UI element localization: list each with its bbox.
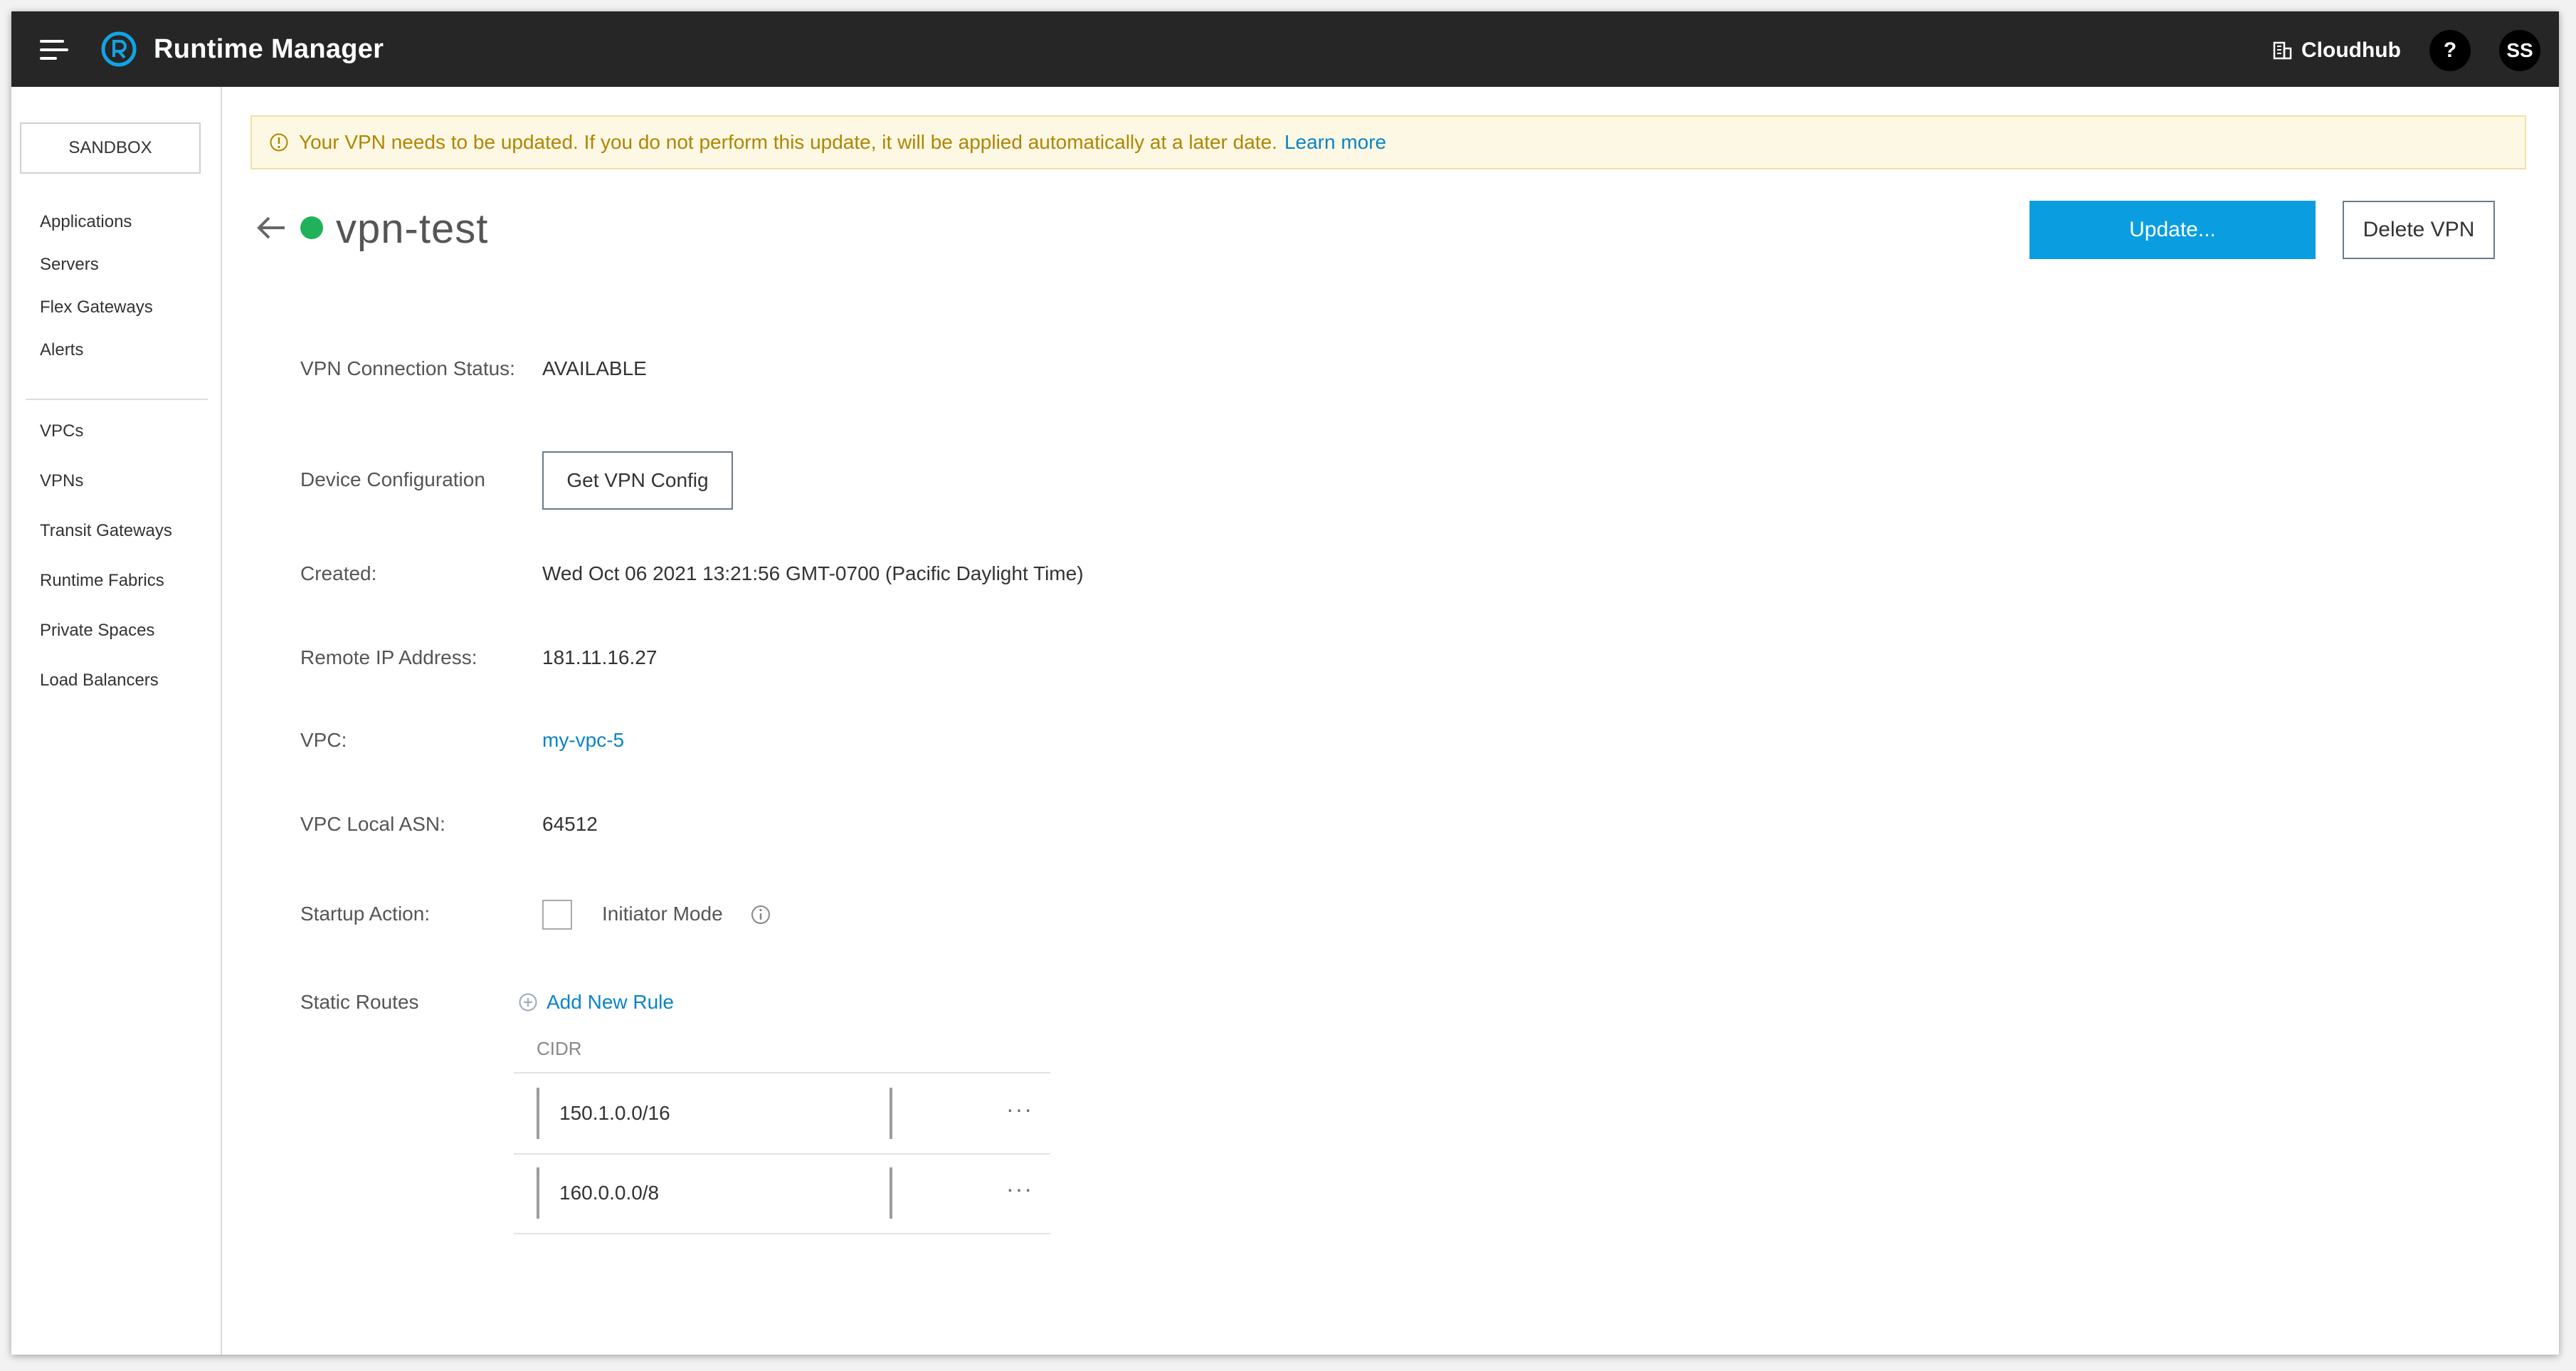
asn-label: VPC Local ASN: [300, 813, 445, 835]
sidebar: SANDBOX Applications Servers Flex Gatewa… [11, 87, 222, 1355]
banner-message: Your VPN needs to be updated. If you do … [299, 131, 1277, 153]
hamburger-menu-icon[interactable] [40, 36, 71, 64]
learn-more-link[interactable]: Learn more [1284, 131, 1386, 154]
asn-value: 64512 [542, 813, 598, 835]
initiator-mode-label: Initiator Mode [602, 903, 723, 925]
static-routes-label: Static Routes [300, 991, 419, 1013]
building-icon [2273, 41, 2292, 60]
table-row: 160.0.0.0/8 ··· [514, 1155, 1050, 1234]
sidebar-item-vpns[interactable]: VPNs [40, 471, 83, 491]
warning-info-icon [270, 133, 288, 152]
get-vpn-config-button[interactable]: Get VPN Config [542, 451, 733, 510]
created-value: Wed Oct 06 2021 13:21:56 GMT-0700 (Pacif… [542, 562, 1084, 584]
environment-label: Cloudhub [2301, 38, 2401, 62]
table-header-divider [514, 1072, 1050, 1073]
row-mid-divider [890, 1167, 892, 1219]
status-label: VPN Connection Status: [300, 357, 515, 379]
vpn-name-title: vpn-test [336, 206, 489, 252]
vpc-link[interactable]: my-vpc-5 [542, 729, 624, 752]
delete-vpn-button[interactable]: Delete VPN [2343, 201, 2495, 259]
update-warning-banner: Your VPN needs to be updated. If you do … [250, 115, 2526, 169]
remote-ip-label: Remote IP Address: [300, 646, 477, 668]
more-options-icon[interactable]: ··· [1006, 1176, 1033, 1202]
row-left-divider [537, 1167, 539, 1219]
vpn-status-dot [300, 216, 323, 239]
help-button[interactable]: ? [2429, 30, 2471, 71]
created-label: Created: [300, 562, 377, 584]
info-icon[interactable] [750, 904, 771, 925]
update-button[interactable]: Update... [2029, 201, 2316, 259]
top-navigation-bar: Runtime Manager Cloudhub ? SS [11, 11, 2559, 87]
sidebar-item-alerts[interactable]: Alerts [40, 340, 83, 360]
app-title: Runtime Manager [154, 34, 384, 64]
startup-action-label: Startup Action: [300, 903, 431, 925]
main-content: Your VPN needs to be updated. If you do … [222, 87, 2559, 1355]
more-options-icon[interactable]: ··· [1006, 1096, 1033, 1123]
sidebar-item-servers[interactable]: Servers [40, 255, 99, 275]
sidebar-divider [26, 399, 208, 400]
runtime-manager-logo-icon [101, 31, 137, 67]
user-avatar[interactable]: SS [2499, 30, 2540, 71]
sidebar-item-flex-gateways[interactable]: Flex Gateways [40, 298, 153, 317]
app-window: Runtime Manager Cloudhub ? SS SANDBOX Ap… [11, 11, 2559, 1355]
device-config-label: Device Configuration [300, 468, 485, 490]
status-value: AVAILABLE [542, 357, 647, 379]
cidr-column-header: CIDR [537, 1038, 582, 1059]
row-mid-divider [890, 1088, 892, 1139]
environment-switcher[interactable]: Cloudhub [2271, 33, 2401, 68]
sidebar-item-vpcs[interactable]: VPCs [40, 421, 83, 441]
back-arrow-icon[interactable] [256, 215, 287, 241]
sidebar-item-private-spaces[interactable]: Private Spaces [40, 621, 154, 641]
remote-ip-value: 181.11.16.27 [542, 646, 658, 668]
sidebar-item-transit-gateways[interactable]: Transit Gateways [40, 521, 172, 541]
table-row: 150.1.0.0/16 ··· [514, 1075, 1050, 1155]
sidebar-item-applications[interactable]: Applications [40, 212, 132, 232]
sandbox-environment-button[interactable]: SANDBOX [20, 122, 201, 174]
cidr-value: 150.1.0.0/16 [559, 1102, 670, 1124]
row-left-divider [537, 1088, 539, 1139]
vpc-label: VPC: [300, 729, 347, 751]
cidr-value: 160.0.0.0/8 [559, 1182, 660, 1204]
plus-circle-icon [519, 993, 537, 1012]
add-new-rule-label: Add New Rule [547, 991, 674, 1013]
initiator-mode-checkbox[interactable] [542, 900, 572, 930]
sidebar-item-load-balancers[interactable]: Load Balancers [40, 671, 159, 690]
sidebar-item-runtime-fabrics[interactable]: Runtime Fabrics [40, 571, 164, 591]
add-new-rule-button[interactable]: Add New Rule [518, 991, 674, 1014]
